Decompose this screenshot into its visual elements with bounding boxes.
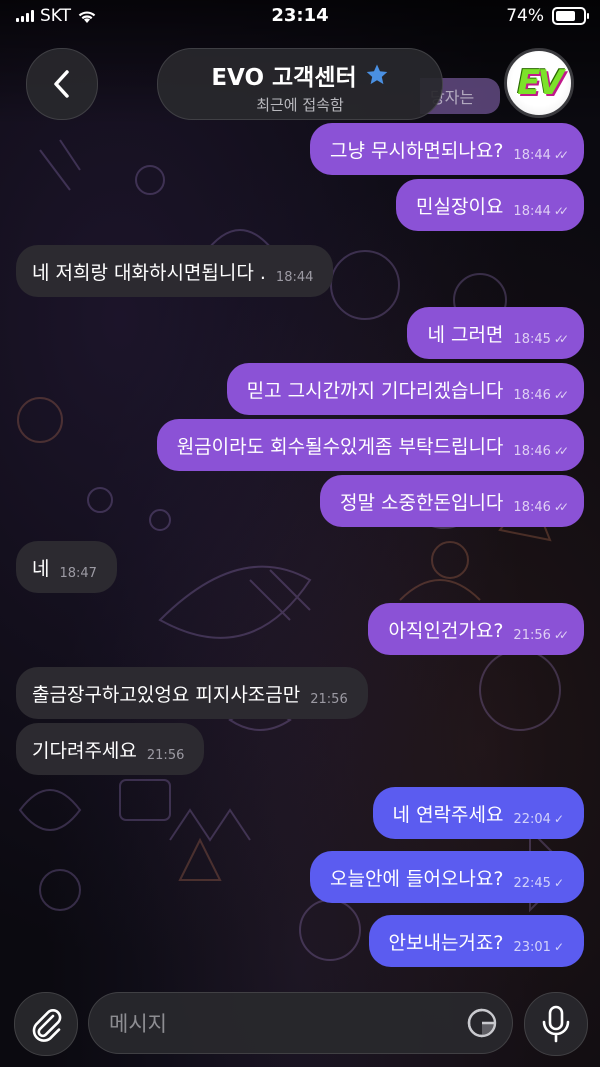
message-time: 21:56 — [146, 747, 185, 763]
message-text: 민실장이요 — [416, 195, 504, 218]
attach-button[interactable] — [14, 992, 78, 1056]
outgoing-message[interactable]: 안보내는거죠? 23:01 ✓ — [368, 915, 584, 967]
message-time: 18:46 — [513, 443, 551, 459]
message-time: 21:56 — [513, 627, 551, 643]
outgoing-message[interactable]: 오늘안에 들어오나요? 22:45 ✓ — [310, 851, 584, 903]
microphone-button[interactable] — [524, 992, 588, 1056]
message-time: 18:44 — [275, 269, 314, 285]
message-time: 22:04 — [513, 811, 551, 827]
outgoing-message[interactable]: 원금이라도 회수될수있게좀 부탁드립니다 18:46 ✓✓ — [156, 419, 584, 471]
message-timestamp: 23:01 ✓ — [513, 940, 564, 955]
outgoing-message[interactable]: 믿고 그시간까지 기다리겠습니다 18:46 ✓✓ — [226, 363, 584, 415]
outgoing-message[interactable]: 네 그러면 18:45 ✓✓ — [407, 307, 584, 359]
outgoing-message[interactable]: 정말 소중한돈입니다 18:46 ✓✓ — [320, 475, 584, 527]
composer-bar — [0, 985, 600, 1067]
double-check-icon: ✓✓ — [553, 500, 569, 514]
avatar[interactable]: EV — [504, 48, 574, 118]
outgoing-message[interactable]: 네 연락주세요 22:04 ✓ — [372, 787, 584, 839]
incoming-message[interactable]: 네 18:47 — [16, 541, 117, 593]
battery-group: 74% — [506, 6, 589, 26]
message-timestamp: 22:04 ✓ — [513, 812, 564, 827]
message-timestamp: 18:45 ✓✓ — [513, 331, 569, 347]
paperclip-icon — [32, 1009, 62, 1042]
message-timestamp: 21:56 — [310, 692, 347, 707]
message-time: 22:45 — [513, 875, 551, 891]
double-check-icon: ✓✓ — [553, 204, 569, 218]
message-timestamp: 21:56 — [147, 748, 184, 763]
check-icon: ✓ — [553, 876, 564, 890]
double-check-icon: ✓✓ — [553, 388, 569, 402]
message-timestamp: 18:44 — [276, 270, 313, 285]
outgoing-message[interactable]: 민실장이요 18:44 ✓✓ — [396, 179, 584, 231]
message-text: 안보내는거죠? — [388, 931, 504, 954]
status-bar: SKT 23:14 74% — [0, 0, 600, 34]
incoming-message[interactable]: 네 저희랑 대화하시면됩니다 . 18:44 — [16, 245, 334, 297]
message-timestamp: 18:46 ✓✓ — [513, 443, 569, 459]
chevron-left-icon — [54, 70, 69, 98]
microphone-icon — [542, 1005, 570, 1043]
message-text: 아직인건가요? — [388, 619, 504, 642]
message-text: 출금장구하고있엉요 피지사조금만 — [32, 683, 301, 706]
check-icon: ✓ — [553, 812, 564, 826]
message-timestamp: 22:45 ✓ — [513, 876, 564, 891]
message-time: 23:01 — [513, 939, 551, 955]
message-text: 네 — [32, 557, 50, 580]
message-time: 18:46 — [513, 499, 551, 515]
message-timestamp: 18:44 ✓✓ — [513, 203, 569, 219]
double-check-icon: ✓✓ — [553, 444, 569, 458]
message-timestamp: 21:56 ✓✓ — [513, 627, 569, 643]
outgoing-message[interactable]: 그냥 무시하면되나요? 18:44 ✓✓ — [309, 123, 584, 175]
message-time: 18:46 — [513, 387, 551, 403]
chat-title: EVO 고객센터 — [211, 65, 357, 91]
star-icon — [366, 64, 387, 85]
message-time: 18:47 — [59, 565, 97, 581]
message-input[interactable] — [107, 993, 461, 1055]
message-text: 네 그러면 — [427, 323, 504, 346]
double-check-icon: ✓✓ — [553, 148, 569, 162]
message-text: 오늘안에 들어오나요? — [330, 867, 504, 890]
message-timestamp: 18:44 ✓✓ — [513, 147, 569, 163]
back-button[interactable] — [26, 48, 98, 120]
message-text: 원금이라도 회수될수있게좀 부탁드립니다 — [176, 435, 504, 458]
double-check-icon: ✓✓ — [553, 332, 569, 346]
incoming-message[interactable]: 기다려주세요 21:56 — [16, 723, 205, 775]
message-text: 네 연락주세요 — [392, 803, 504, 826]
message-time: 18:44 — [513, 203, 551, 219]
message-time: 18:44 — [513, 147, 551, 163]
message-timestamp: 18:46 ✓✓ — [513, 499, 569, 515]
message-text: 기다려주세요 — [32, 739, 137, 762]
check-icon: ✓ — [553, 940, 564, 954]
message-timestamp: 18:46 ✓✓ — [513, 387, 569, 403]
battery-icon — [552, 7, 589, 25]
message-text: 그냥 무시하면되나요? — [329, 139, 504, 162]
message-text: 정말 소중한돈입니다 — [340, 491, 504, 514]
message-time: 21:56 — [310, 691, 348, 707]
double-check-icon: ✓✓ — [553, 628, 569, 642]
message-text: 믿고 그시간까지 기다리겠습니다 — [246, 379, 504, 402]
message-timestamp: 18:47 — [59, 566, 96, 581]
message-text: 네 저희랑 대화하시면됩니다 . — [32, 261, 266, 284]
incoming-message[interactable]: 출금장구하고있엉요 피지사조금만 21:56 — [16, 667, 368, 719]
message-input-container[interactable] — [88, 992, 513, 1055]
avatar-logo: EV — [517, 63, 564, 103]
sticker-icon[interactable] — [466, 1007, 498, 1039]
outgoing-message[interactable]: 아직인건가요? 21:56 ✓✓ — [368, 603, 584, 655]
last-seen-status: 최근에 접속함 — [256, 96, 344, 114]
message-time: 18:45 — [513, 331, 551, 347]
battery-percent: 74% — [506, 6, 544, 26]
chat-title-pill[interactable]: EVO 고객센터 최근에 접속함 — [157, 48, 443, 120]
